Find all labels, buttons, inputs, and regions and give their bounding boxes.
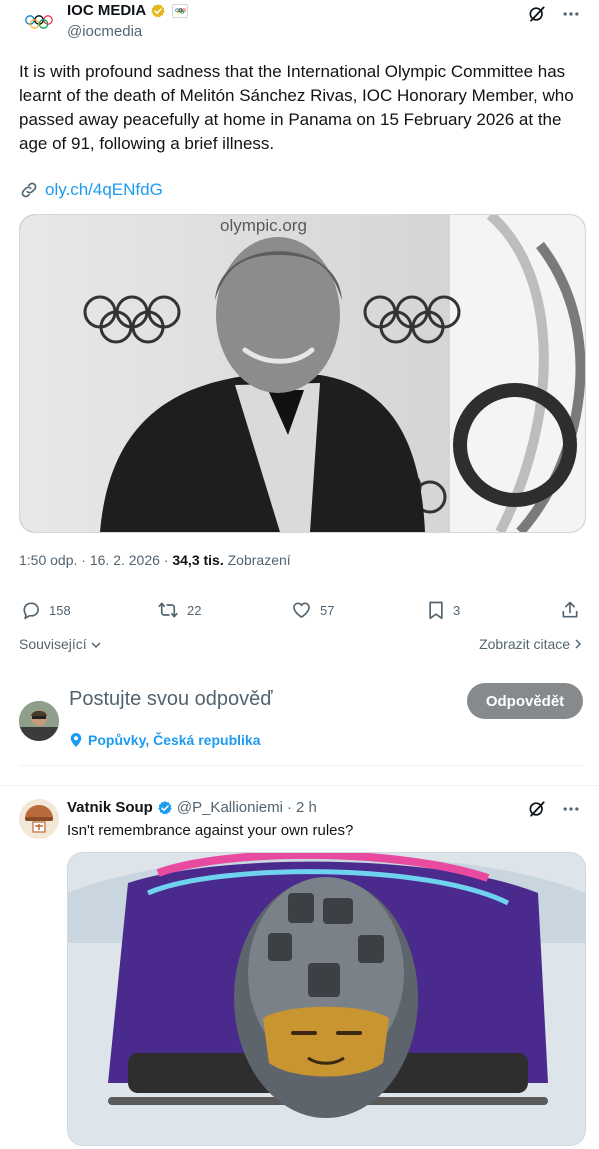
location-pin-icon: [70, 733, 82, 747]
share-button[interactable]: [560, 600, 580, 620]
verified-badge-icon[interactable]: [150, 3, 166, 19]
more-icon[interactable]: [561, 4, 581, 24]
tweet-actions: 158 22 57 3: [19, 600, 584, 624]
reply-author-name[interactable]: Vatnik Soup: [67, 799, 153, 816]
location-text: Popůvky, Česká republika: [88, 732, 261, 748]
link-icon: [21, 182, 37, 198]
bookmark-button[interactable]: 3: [427, 600, 460, 620]
reply-tweet-text: Isn't remembrance against your own rules…: [67, 822, 354, 839]
tweet-date[interactable]: 16. 2. 2026: [90, 552, 160, 568]
tweet-text: It is with profound sadness that the Int…: [19, 62, 574, 153]
reply-button[interactable]: 158: [21, 600, 71, 620]
affiliate-badge[interactable]: [172, 3, 189, 18]
share-icon: [562, 601, 578, 618]
olympic-rings-icon: [174, 7, 186, 14]
reply-icon: [23, 602, 39, 620]
repost-count: 22: [187, 602, 202, 618]
quotes-label: Zobrazit citace: [479, 636, 571, 652]
meta-separator: ·: [286, 799, 292, 816]
repost-icon: [158, 602, 178, 618]
reply-time[interactable]: 2 h: [296, 799, 317, 816]
related-label: Související: [19, 636, 87, 652]
author-name-row[interactable]: IOC MEDIA: [67, 2, 189, 19]
reply-author-handle[interactable]: @P_Kallioniemi: [177, 799, 283, 816]
verified-badge-icon[interactable]: [157, 800, 173, 816]
view-quotes-link[interactable]: Zobrazit citace: [479, 636, 582, 652]
grok-icon[interactable]: [527, 799, 547, 819]
meta-separator: ·: [163, 552, 169, 568]
chevron-down-icon: [91, 642, 101, 649]
reply-photo[interactable]: [67, 852, 586, 1146]
reply-submit-button[interactable]: Odpovědět: [467, 683, 583, 719]
tweet-link[interactable]: oly.ch/4qENfdG: [19, 180, 163, 200]
views-label: Zobrazení: [227, 552, 291, 568]
avatar-photo: [19, 701, 59, 741]
reply-author-row: Vatnik Soup @P_Kallioniemi · 2 h: [67, 799, 317, 816]
ioc-avatar[interactable]: [12, 0, 66, 44]
location-tag[interactable]: Popůvky, Česká republika: [70, 732, 260, 748]
bookmark-icon: [429, 601, 443, 620]
chevron-right-icon: [575, 639, 582, 649]
related-toggle[interactable]: Související: [19, 636, 101, 652]
olympic-rings-icon: [25, 15, 53, 29]
tweet-top-actions: [527, 4, 581, 24]
like-count: 57: [320, 602, 335, 618]
reply-top-actions: [527, 799, 581, 819]
author-handle[interactable]: @iocmedia: [67, 23, 142, 40]
like-button[interactable]: 57: [291, 600, 334, 620]
more-icon[interactable]: [561, 799, 581, 819]
avatar-illustration: [19, 799, 59, 839]
photo-portrait: olympic.org: [20, 215, 585, 532]
link-text[interactable]: oly.ch/4qENfdG: [45, 180, 163, 200]
tweet-photo[interactable]: olympic.org: [19, 214, 586, 533]
reply-input[interactable]: Postujte svou odpověď: [69, 688, 273, 711]
views-count: 34,3 tis.: [172, 552, 224, 568]
reply-count: 158: [49, 602, 71, 618]
divider: [0, 785, 599, 786]
photo-skeleton-athlete: [68, 853, 585, 1145]
my-avatar[interactable]: [19, 701, 59, 741]
meta-separator: ·: [81, 552, 86, 568]
divider: [19, 765, 584, 766]
repost-button[interactable]: 22: [157, 600, 201, 620]
author-name[interactable]: IOC MEDIA: [67, 2, 146, 19]
like-icon: [293, 602, 310, 618]
photo-watermark: olympic.org: [220, 216, 307, 235]
reply-author-avatar[interactable]: [19, 799, 59, 839]
tweet-time[interactable]: 1:50 odp.: [19, 552, 77, 568]
grok-icon[interactable]: [527, 4, 547, 24]
tweet-meta: 1:50 odp. · 16. 2. 2026 · 34,3 tis. Zobr…: [19, 552, 291, 568]
bookmark-count: 3: [453, 602, 461, 618]
